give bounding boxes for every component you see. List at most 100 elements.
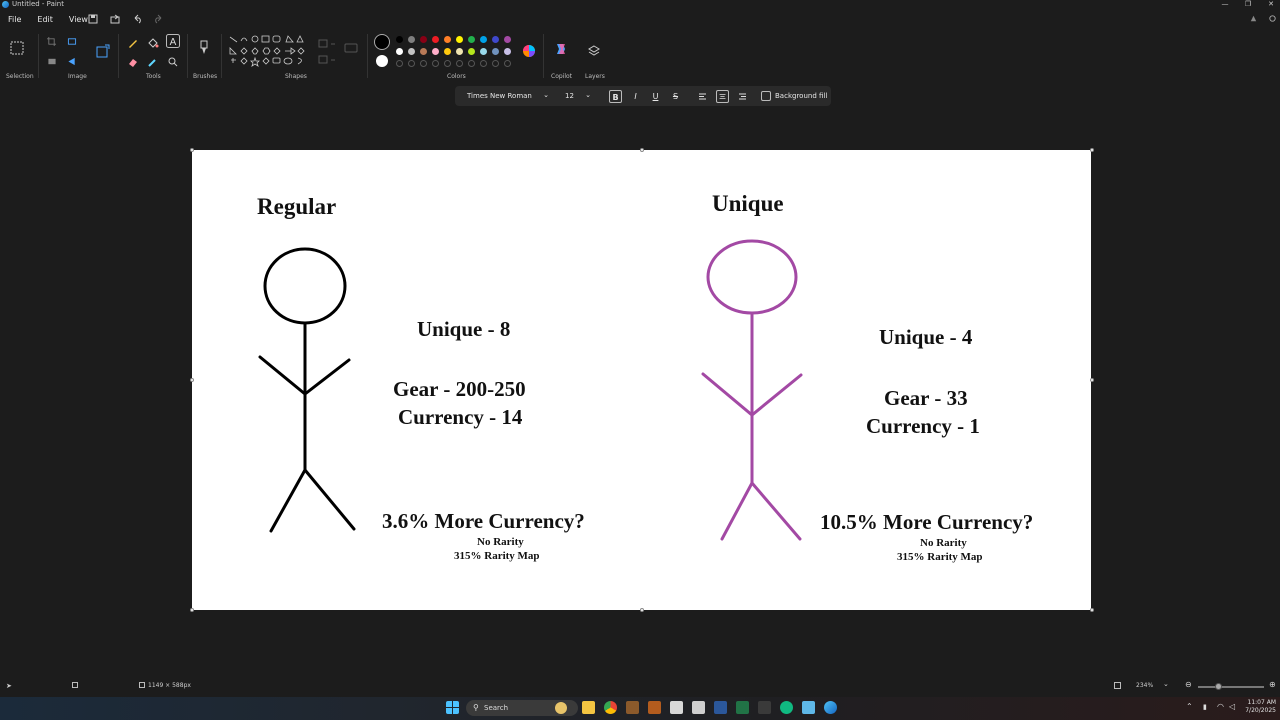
- save-icon[interactable]: [88, 14, 98, 24]
- align-right-icon[interactable]: [736, 90, 749, 103]
- custom-color-slot[interactable]: [504, 60, 511, 67]
- magnifier-icon[interactable]: [167, 56, 179, 68]
- resize-handle[interactable]: [640, 148, 644, 152]
- network-icon[interactable]: ▮: [1203, 703, 1207, 711]
- account-icon[interactable]: [1249, 14, 1258, 23]
- zoom-out-icon[interactable]: ⊖: [1185, 680, 1192, 689]
- custom-color-slot[interactable]: [444, 60, 451, 67]
- color-swatch[interactable]: [456, 48, 463, 55]
- background-fill-toggle[interactable]: Background fill: [761, 91, 827, 101]
- color-swatch[interactable]: [444, 36, 451, 43]
- app-icon-1[interactable]: [626, 701, 639, 714]
- color-swatch[interactable]: [480, 36, 487, 43]
- notepad-icon[interactable]: [802, 701, 815, 714]
- minimize-button[interactable]: —: [1218, 0, 1232, 8]
- file-explorer-icon[interactable]: [582, 701, 595, 714]
- text-icon[interactable]: A: [166, 34, 180, 48]
- shape-outline-fill-icon[interactable]: [317, 38, 339, 66]
- crop-icon[interactable]: [47, 37, 56, 46]
- color-swatch[interactable]: [432, 36, 439, 43]
- color-swatch[interactable]: [468, 48, 475, 55]
- app-icon-4[interactable]: [692, 701, 705, 714]
- app-icon-6[interactable]: [780, 701, 793, 714]
- eraser-icon[interactable]: [127, 56, 139, 68]
- color-picker-icon[interactable]: [147, 56, 159, 68]
- close-button[interactable]: ✕: [1264, 0, 1278, 8]
- fill-icon[interactable]: [147, 37, 159, 49]
- windows-start-icon[interactable]: [446, 701, 459, 714]
- remove-background-icon[interactable]: [47, 57, 57, 66]
- font-size-select[interactable]: 12 ⌄: [559, 89, 595, 103]
- resize-handle[interactable]: [1090, 608, 1094, 612]
- custom-color-slot[interactable]: [408, 60, 415, 67]
- redo-icon[interactable]: [153, 14, 163, 24]
- line-size-icon[interactable]: [344, 43, 358, 53]
- color-swatch[interactable]: [504, 36, 511, 43]
- maximize-button[interactable]: ❐: [1241, 0, 1255, 8]
- fit-to-window-icon[interactable]: [1114, 682, 1121, 689]
- color-swatch[interactable]: [456, 36, 463, 43]
- chevron-up-icon[interactable]: ⌃: [1186, 702, 1193, 711]
- volume-icon[interactable]: ◁: [1229, 702, 1235, 711]
- color-swatch[interactable]: [444, 48, 451, 55]
- shapes-gallery-icon[interactable]: [228, 34, 308, 70]
- align-center-icon[interactable]: [716, 90, 729, 103]
- resize-handle[interactable]: [640, 608, 644, 612]
- color-swatch[interactable]: [492, 36, 499, 43]
- custom-color-slot[interactable]: [420, 60, 427, 67]
- share-icon[interactable]: [110, 14, 120, 24]
- primary-color-swatch[interactable]: [374, 34, 390, 50]
- drawing-canvas[interactable]: Regular Unique - 8 Gear - 200-250 Curren…: [192, 150, 1091, 610]
- zoom-slider-thumb[interactable]: [1215, 683, 1222, 690]
- color-swatch[interactable]: [480, 48, 487, 55]
- underline-button[interactable]: U: [649, 90, 662, 103]
- paint-taskbar-icon[interactable]: [824, 701, 837, 714]
- taskbar-search[interactable]: ⚲ Search: [466, 700, 578, 716]
- app-icon-3[interactable]: [670, 701, 683, 714]
- bold-button[interactable]: B: [609, 90, 622, 103]
- custom-color-slot[interactable]: [432, 60, 439, 67]
- chrome-icon[interactable]: [604, 701, 617, 714]
- resize-icon[interactable]: [67, 37, 77, 46]
- color-swatch[interactable]: [396, 48, 403, 55]
- color-swatch[interactable]: [420, 36, 427, 43]
- brush-icon[interactable]: [198, 40, 210, 56]
- pencil-icon[interactable]: [127, 37, 139, 49]
- strikethrough-button[interactable]: S: [669, 90, 682, 103]
- custom-color-slot[interactable]: [456, 60, 463, 67]
- chevron-down-icon[interactable]: ⌄: [1163, 680, 1169, 688]
- menu-edit[interactable]: Edit: [29, 15, 61, 24]
- app-icon-2[interactable]: [648, 701, 661, 714]
- color-swatch[interactable]: [504, 48, 511, 55]
- resize-handle[interactable]: [1090, 378, 1094, 382]
- image-generator-icon[interactable]: [96, 44, 110, 58]
- custom-color-slot[interactable]: [480, 60, 487, 67]
- selection-icon[interactable]: [10, 41, 24, 55]
- custom-color-slot[interactable]: [396, 60, 403, 67]
- wifi-icon[interactable]: ◠: [1217, 702, 1224, 711]
- italic-button[interactable]: I: [629, 90, 642, 103]
- resize-handle[interactable]: [190, 608, 194, 612]
- zoom-in-icon[interactable]: ⊕: [1269, 680, 1276, 689]
- word-icon[interactable]: [714, 701, 727, 714]
- color-swatch[interactable]: [432, 48, 439, 55]
- app-icon-5[interactable]: [758, 701, 771, 714]
- copilot-icon[interactable]: [554, 42, 568, 56]
- edit-colors-icon[interactable]: [522, 44, 536, 58]
- undo-icon[interactable]: [133, 14, 143, 24]
- zoom-slider[interactable]: [1198, 686, 1264, 688]
- align-left-icon[interactable]: [696, 90, 709, 103]
- flip-icon[interactable]: [67, 57, 77, 66]
- color-swatch[interactable]: [468, 36, 475, 43]
- background-fill-checkbox[interactable]: [761, 91, 771, 101]
- color-swatch[interactable]: [396, 36, 403, 43]
- custom-color-slot[interactable]: [492, 60, 499, 67]
- menu-file[interactable]: File: [0, 15, 29, 24]
- layers-icon[interactable]: [587, 44, 601, 58]
- custom-color-slot[interactable]: [468, 60, 475, 67]
- color-swatch[interactable]: [408, 36, 415, 43]
- color-swatch[interactable]: [420, 48, 427, 55]
- zoom-level[interactable]: 234%: [1136, 682, 1153, 689]
- color-swatch[interactable]: [492, 48, 499, 55]
- secondary-color-swatch[interactable]: [376, 55, 388, 67]
